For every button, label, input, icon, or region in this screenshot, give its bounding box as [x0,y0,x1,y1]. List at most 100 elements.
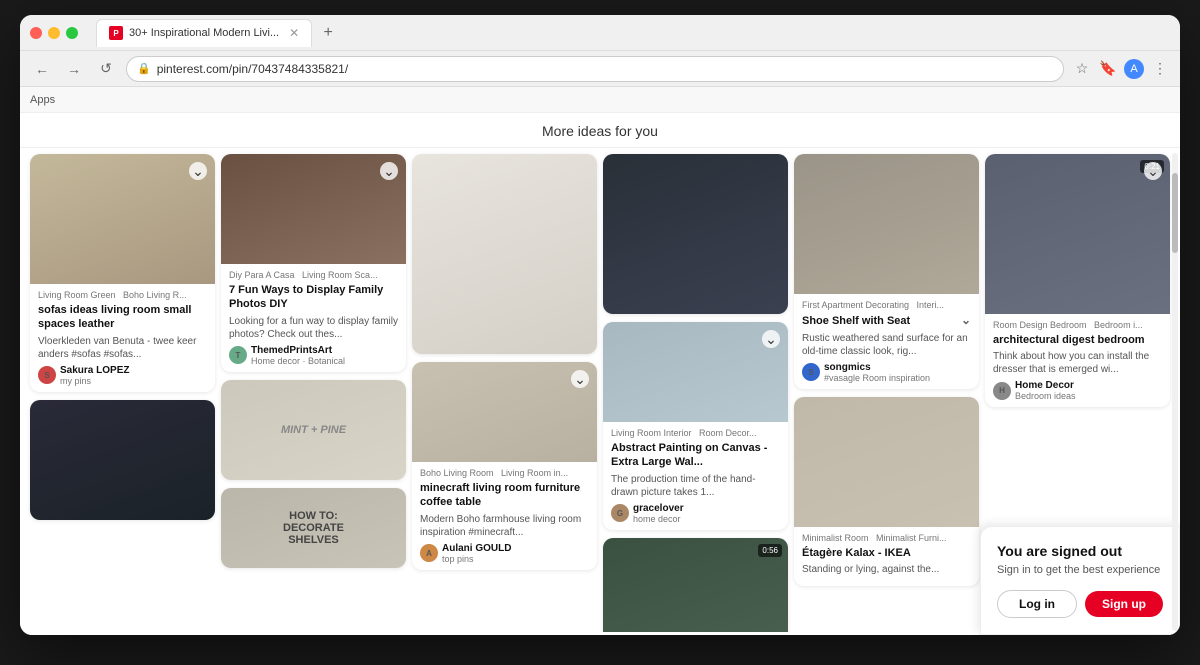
pin-white-sofa[interactable] [412,154,597,354]
pin-footer: S Sakura LOPEZ my pins [38,365,207,386]
pin-mint-pine[interactable]: MINT + PINE [221,380,406,480]
pin-author: gracelover [633,503,684,514]
pin-tags: Diy Para A Casa Living Room Sca... [229,270,398,280]
pin-footer: G gracelover home decor [611,503,780,524]
bookmarks-bar: Apps [20,87,1180,113]
pin-bedroom[interactable]: 0:21 Room Design Bedroom Bedroom i... ar… [985,154,1170,407]
pin-author: Sakura LOPEZ [60,365,129,376]
pin-dropdown-icon[interactable]: ⌄ [380,162,398,180]
pin-sub: my pins [60,376,129,386]
url-text: pinterest.com/pin/7043748433582​1/ [157,62,1053,76]
lock-icon: 🔒 [137,62,151,75]
pin-avatar: S [802,363,820,381]
pin-author: songmics [824,362,930,373]
pin-green-dining[interactable]: 0:56 [603,538,788,632]
pin-footer: T ThemedPrintsArt Home decor · Botanical [229,345,398,366]
pin-dropdown-icon[interactable]: ⌄ [762,330,780,348]
header-title: More ideas for you [542,123,658,139]
pin-dropdown-icon[interactable]: ⌄ [189,162,207,180]
pin-desc: Looking for a fun way to display family … [229,315,398,341]
menu-icon[interactable]: ⋮ [1150,59,1170,79]
login-button[interactable]: Log in [997,590,1077,618]
pin-avatar: S [38,366,56,384]
pin-dark-room[interactable] [30,400,215,520]
pin-desc: Standing or lying, against the... [802,563,971,576]
pin-dropdown-icon[interactable]: ⌄ [571,370,589,388]
tab-bar: P 30+ Inspirational Modern Livi... ✕ + [96,19,1170,47]
pin-footer: H Home Decor Bedroom ideas [993,380,1162,401]
pin-avatar: G [611,504,629,522]
pin-desc: Modern Boho farmhouse living room inspir… [420,513,589,539]
forward-button[interactable]: → [62,57,86,81]
pin-sub: top pins [442,554,511,564]
pin-sub: home decor [633,514,684,524]
pin-abstract-canvas[interactable]: Living Room Interior Room Decor... Abstr… [603,322,788,530]
pin-author: ThemedPrintsArt [251,345,345,356]
profile-icon[interactable]: A [1124,59,1144,79]
popup-title: You are signed out [997,543,1163,559]
column-1: Living Room Green Boho Living R... sofas… [30,154,215,632]
video-badge: 0:56 [758,544,782,557]
pin-sub: Bedroom ideas [1015,391,1076,401]
pin-decorate-shelves[interactable]: HOW TO:DECORATESHELVES [221,488,406,568]
pin-tags: Living Room Green Boho Living R... [38,290,207,300]
star-icon[interactable]: ☆ [1072,59,1092,79]
pin-desc: Rustic weathered sand surface for an old… [802,332,971,358]
pin-dark-living[interactable] [603,154,788,314]
toolbar-icons: ☆ 🔖 A ⋮ [1072,59,1170,79]
pin-sub: Home decor · Botanical [251,356,345,366]
pin-tags: Minimalist Room Minimalist Furni... [802,533,971,543]
pin-sub: #vasagle Room inspiration [824,373,930,383]
apps-label: Apps [30,94,55,106]
browser-titlebar: P 30+ Inspirational Modern Livi... ✕ + [20,15,1180,51]
close-button[interactable] [30,27,42,39]
pin-footer: A Aulani GOULD top pins [420,543,589,564]
pin-shoe-shelf[interactable]: First Apartment Decorating Interi... Sho… [794,154,979,389]
scrollbar-thumb[interactable] [1172,173,1178,253]
pin-desc: The production time of the hand-drawn pi… [611,473,780,499]
pin-minecraft-coffee[interactable]: Boho Living Room Living Room in... minec… [412,362,597,570]
pin-title: Étagère Kalax - IKEA [802,546,971,560]
page-header: More ideas for you [20,113,1180,148]
column-5: First Apartment Decorating Interi... Sho… [794,154,979,632]
pin-title: architectural digest bedroom [993,333,1162,347]
pin-author: Aulani GOULD [442,543,511,554]
bookmark-icon[interactable]: 🔖 [1098,59,1118,79]
pin-desc: Vloerkleden van Benuta - twee keer ander… [38,335,207,361]
pin-title: sofas ideas living room small spaces lea… [38,303,207,332]
pin-title: Abstract Painting on Canvas - Extra Larg… [611,441,780,470]
pin-ikea-kalax[interactable]: Minimalist Room Minimalist Furni... Étag… [794,397,979,586]
pin-avatar: T [229,346,247,364]
pin-photo-diy[interactable]: Diy Para A Casa Living Room Sca... 7 Fun… [221,154,406,372]
back-button[interactable]: ← [30,57,54,81]
pin-tags: Boho Living Room Living Room in... [420,468,589,478]
pin-tags: First Apartment Decorating Interi... [802,300,971,310]
refresh-button[interactable]: ↺ [94,57,118,81]
popup-buttons: Log in Sign up [997,590,1163,618]
tab-title: 30+ Inspirational Modern Livi... [129,27,279,39]
pin-avatar: A [420,544,438,562]
minimize-button[interactable] [48,27,60,39]
maximize-button[interactable] [66,27,78,39]
new-tab-button[interactable]: + [316,21,340,45]
column-3: Boho Living Room Living Room in... minec… [412,154,597,632]
popup-desc: Sign in to get the best experience [997,563,1163,578]
scrollbar[interactable] [1172,153,1178,631]
browser-tab[interactable]: P 30+ Inspirational Modern Livi... ✕ [96,19,312,47]
pin-avatar: H [993,382,1011,400]
signed-out-popup: You are signed out Sign in to get the be… [980,526,1180,635]
browser-toolbar: ← → ↺ 🔒 pinterest.com/pin/7043748433582​… [20,51,1180,87]
pin-title: Shoe Shelf with Seat ⌄ [802,313,971,329]
pin-desc: Think about how you can install the dres… [993,350,1162,376]
tab-close-icon[interactable]: ✕ [289,26,299,40]
pin-footer: S songmics #vasagle Room inspiration [802,362,971,383]
pin-author: Home Decor [1015,380,1076,391]
column-4: Living Room Interior Room Decor... Abstr… [603,154,788,632]
address-bar[interactable]: 🔒 pinterest.com/pin/7043748433582​1/ [126,56,1064,82]
pin-tags: Room Design Bedroom Bedroom i... [993,320,1162,330]
tab-favicon: P [109,26,123,40]
pin-living-room[interactable]: Living Room Green Boho Living R... sofas… [30,154,215,392]
pin-tags: Living Room Interior Room Decor... [611,428,780,438]
pin-dropdown-icon[interactable]: ⌄ [1144,162,1162,180]
signup-button[interactable]: Sign up [1085,591,1163,617]
